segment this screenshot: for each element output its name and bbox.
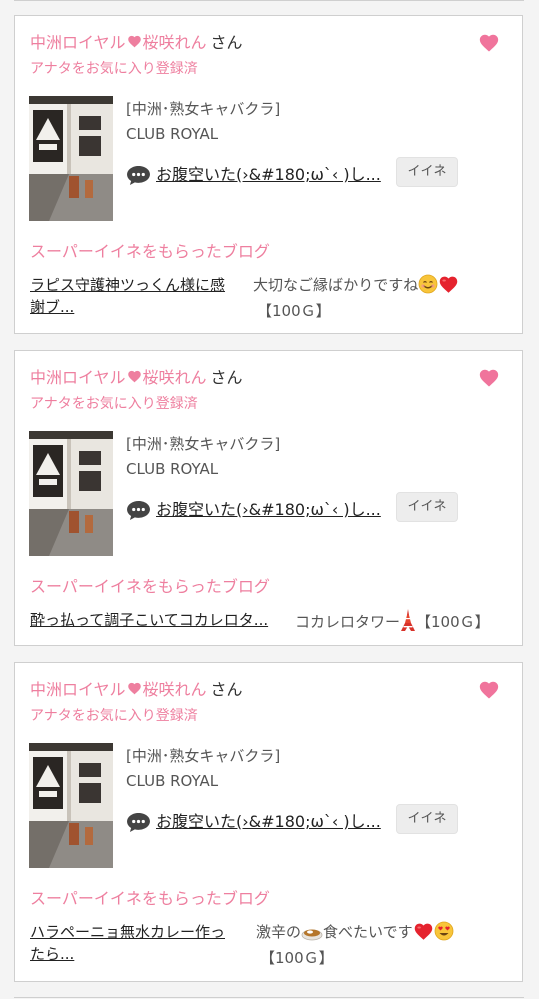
bottom-divider — [14, 997, 524, 998]
blog-comment: 大切なご縁ばかりですね 【100Ｇ】 — [253, 274, 459, 322]
heart-icon — [127, 370, 141, 383]
like-button[interactable]: イイネ — [396, 492, 458, 522]
post-title-link[interactable]: お腹空いた(›&#180;ω`‹ )し... — [156, 811, 381, 833]
post-thumbnail[interactable] — [29, 96, 113, 221]
tokyo-tower-emoji — [400, 609, 416, 637]
blog-link[interactable]: ラピス守護神ツっくん様に感 謝ブ... — [30, 274, 250, 318]
super-like-section-title: スーパーイイネをもらったブログ — [30, 889, 270, 908]
blog-comment-reward: 【100Ｇ】 — [257, 302, 331, 320]
user-line[interactable]: 中洲ロイヤル 桜咲れん さん — [30, 32, 243, 54]
heart-icon — [127, 35, 141, 48]
heart-eyes-emoji — [434, 921, 454, 947]
blog-link-line[interactable]: ラピス守護神ツっくん様に感 — [30, 274, 250, 296]
heart-icon[interactable] — [478, 367, 500, 389]
user-line[interactable]: 中洲ロイヤル 桜咲れん さん — [30, 679, 243, 701]
club-name: CLUB ROYAL — [126, 125, 219, 143]
like-button[interactable]: イイネ — [396, 157, 458, 187]
comment-bubble-icon — [127, 165, 150, 186]
blog-link-line[interactable]: 謝ブ... — [30, 296, 250, 318]
blog-link[interactable]: 酔っ払って調子こいてコカレロタ... — [30, 609, 300, 631]
comment-bubble-icon — [127, 500, 150, 521]
blog-comment-text: 大切なご縁ばかりですね — [253, 276, 419, 294]
blog-comment-text: 激辛の — [256, 923, 302, 941]
blog-link[interactable]: ハラペーニョ無水カレー作っ たら... — [30, 921, 250, 965]
heart-icon[interactable] — [478, 32, 500, 54]
smile-emoji — [418, 274, 438, 300]
honorific: さん — [210, 33, 243, 52]
post-title-link[interactable]: お腹空いた(›&#180;ω`‹ )し... — [156, 499, 381, 521]
blog-link-line[interactable]: 酔っ払って調子こいてコカレロタ... — [30, 609, 300, 631]
honorific: さん — [210, 680, 243, 699]
cast-name[interactable]: 桜咲れん — [143, 368, 207, 387]
red-heart-emoji — [438, 274, 459, 300]
club-name: CLUB ROYAL — [126, 460, 219, 478]
blog-comment: 激辛の 食べたいです 【100Ｇ】 — [256, 921, 454, 969]
club-name: CLUB ROYAL — [126, 772, 219, 790]
shop-name[interactable]: 中洲ロイヤル — [30, 33, 126, 52]
blog-link-line[interactable]: たら... — [30, 943, 250, 965]
favorites-feed: 中洲ロイヤル 桜咲れん さん アナタをお気に入り登録済 [中洲･熟女キャバクラ]… — [0, 0, 539, 999]
user-line[interactable]: 中洲ロイヤル 桜咲れん さん — [30, 367, 243, 389]
favorite-status: アナタをお気に入り登録済 — [30, 61, 198, 77]
cast-name[interactable]: 桜咲れん — [143, 680, 207, 699]
blog-link-line[interactable]: ハラペーニョ無水カレー作っ — [30, 921, 250, 943]
favorite-card: 中洲ロイヤル 桜咲れん さん アナタをお気に入り登録済 [中洲･熟女キャバクラ]… — [14, 350, 523, 646]
cast-name[interactable]: 桜咲れん — [143, 33, 207, 52]
top-divider — [14, 0, 524, 1]
heart-icon[interactable] — [478, 679, 500, 701]
like-button[interactable]: イイネ — [396, 804, 458, 834]
blog-comment-text: 食べたいです — [323, 923, 413, 941]
favorite-card: 中洲ロイヤル 桜咲れん さん アナタをお気に入り登録済 [中洲･熟女キャバクラ]… — [14, 15, 523, 334]
blog-comment-reward: 【100Ｇ】 — [416, 613, 490, 631]
blog-comment-reward: 【100Ｇ】 — [260, 949, 334, 967]
super-like-section-title: スーパーイイネをもらったブログ — [30, 242, 270, 261]
red-heart-emoji — [413, 921, 434, 947]
shop-category: [中洲･熟女キャバクラ] — [126, 100, 281, 118]
shop-category: [中洲･熟女キャバクラ] — [126, 435, 281, 453]
favorite-status: アナタをお気に入り登録済 — [30, 708, 198, 724]
shop-category: [中洲･熟女キャバクラ] — [126, 747, 281, 765]
honorific: さん — [210, 368, 243, 387]
comment-bubble-icon — [127, 812, 150, 833]
super-like-section-title: スーパーイイネをもらったブログ — [30, 577, 270, 596]
blog-comment: コカレロタワー 【100Ｇ】 — [295, 609, 490, 637]
heart-icon — [127, 682, 141, 695]
blog-comment-text: コカレロタワー — [295, 613, 401, 631]
curry-emoji — [301, 923, 323, 947]
shop-name[interactable]: 中洲ロイヤル — [30, 368, 126, 387]
favorite-card: 中洲ロイヤル 桜咲れん さん アナタをお気に入り登録済 [中洲･熟女キャバクラ]… — [14, 662, 523, 982]
post-thumbnail[interactable] — [29, 743, 113, 868]
shop-name[interactable]: 中洲ロイヤル — [30, 680, 126, 699]
post-title-link[interactable]: お腹空いた(›&#180;ω`‹ )し... — [156, 164, 381, 186]
favorite-status: アナタをお気に入り登録済 — [30, 396, 198, 412]
post-thumbnail[interactable] — [29, 431, 113, 556]
